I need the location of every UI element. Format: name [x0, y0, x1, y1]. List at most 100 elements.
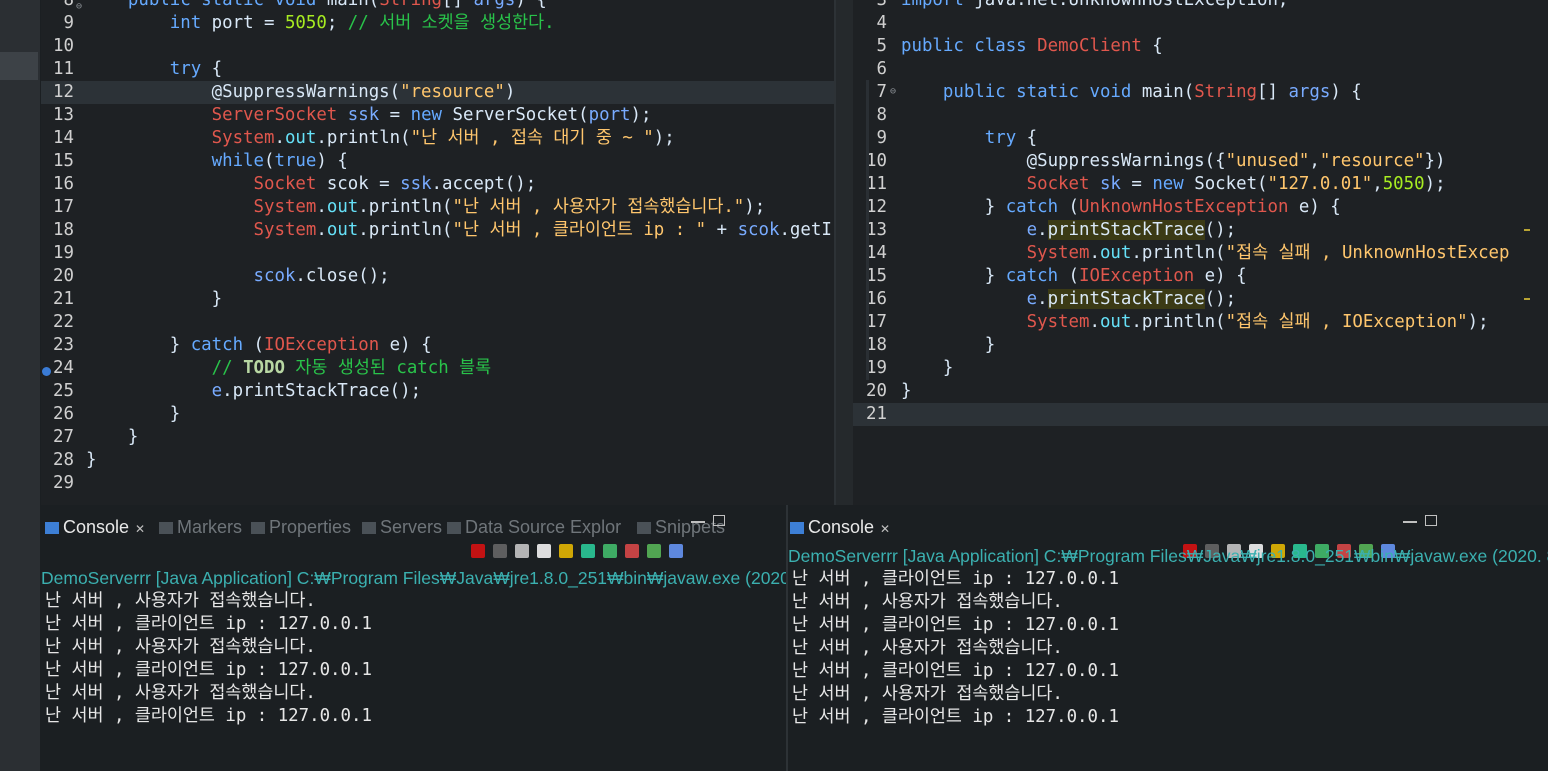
code-text[interactable]: @SuppressWarnings("resource"): [86, 81, 516, 104]
code-text[interactable]: } catch (IOException e) {: [901, 265, 1247, 288]
tab-servers[interactable]: Servers: [362, 513, 442, 541]
tab-data-source-explorer[interactable]: Data Source Explor: [447, 513, 621, 541]
code-text[interactable]: }: [901, 357, 953, 380]
code-token: TODO: [243, 358, 285, 378]
line-number: 20: [53, 266, 74, 286]
tab-snippets[interactable]: Snippets: [637, 513, 725, 541]
close-icon[interactable]: ✕: [135, 522, 145, 536]
code-text[interactable]: public static void main(String[] args) {: [901, 81, 1362, 104]
code-text[interactable]: while(true) {: [86, 150, 348, 173]
remove-launch-icon[interactable]: [493, 544, 507, 558]
code-line: 20}: [853, 380, 1548, 403]
code-text[interactable]: e.printStackTrace();: [901, 219, 1236, 242]
show-console-icon[interactable]: [603, 544, 617, 558]
code-text[interactable]: try {: [901, 127, 1037, 150]
remove-all-icon[interactable]: [515, 544, 529, 558]
code-text[interactable]: try {: [86, 58, 222, 81]
code-token: main(: [326, 0, 380, 10]
code-text[interactable]: System.out.println("접속 실패 , IOException"…: [901, 311, 1489, 334]
code-text[interactable]: System.out.println("난 서버 , 사용자가 접속했습니다."…: [86, 196, 766, 219]
code-text[interactable]: }: [86, 449, 96, 472]
code-token: int: [169, 13, 212, 33]
code-token: port: [588, 105, 631, 125]
code-text[interactable]: System.out.println("접속 실패 , UnknownHostE…: [901, 242, 1510, 265]
code-text[interactable]: Socket scok = ssk.accept();: [86, 173, 537, 196]
fold-collapse-icon[interactable]: ⊖: [890, 86, 896, 97]
line-number: 22: [53, 312, 74, 332]
console-icon: [45, 522, 59, 535]
minimize-icon[interactable]: [1403, 521, 1417, 523]
code-token: System: [1026, 243, 1090, 263]
left-sidebar-strip: [0, 0, 40, 771]
editor-splitter[interactable]: [836, 0, 853, 505]
tab-console[interactable]: Console ✕: [790, 513, 890, 541]
tab-console[interactable]: Console ✕: [45, 513, 145, 541]
code-text[interactable]: }: [901, 334, 995, 357]
fold-collapse-icon[interactable]: ⊖: [76, 1, 82, 12]
code-text[interactable]: }: [86, 288, 223, 311]
line-number: 18: [53, 220, 74, 240]
code-text[interactable]: import java.net.UnknownHostException;: [901, 0, 1288, 12]
line-number: 20: [866, 381, 887, 401]
console-process-title[interactable]: DemoServerrr [Java Application] C:₩Progr…: [41, 567, 786, 589]
code-text[interactable]: } catch (IOException e) {: [86, 334, 432, 357]
code-token: new: [410, 105, 453, 125]
code-text[interactable]: public class DemoClient {: [901, 35, 1163, 58]
code-line: 10: [41, 35, 836, 58]
server-code-editor[interactable]: 8 public static void main(String[] args)…: [41, 0, 836, 505]
line-number: 8: [876, 105, 887, 125]
code-text[interactable]: e.printStackTrace();: [901, 288, 1236, 311]
tab-properties[interactable]: Properties: [251, 513, 351, 541]
open-console-icon[interactable]: [669, 544, 683, 558]
code-token: UnknownHostException: [1079, 197, 1289, 217]
client-code-editor[interactable]: 3 import java.net.UnknownHostException; 4 5…: [853, 0, 1548, 505]
markers-icon: [159, 522, 173, 535]
maximize-icon[interactable]: [1425, 515, 1437, 526]
code-text[interactable]: System.out.println("난 서버 , 클라이언트 ip : " …: [86, 219, 832, 242]
code-token: );: [744, 197, 766, 217]
warning-marker-icon[interactable]: [1524, 229, 1530, 231]
code-token: }: [86, 450, 97, 470]
close-icon[interactable]: ✕: [880, 522, 890, 536]
console-process-title[interactable]: DemoServerrr [Java Application] C:₩Progr…: [788, 545, 1548, 567]
tab-markers[interactable]: Markers: [159, 513, 242, 541]
code-text[interactable]: Socket sk = new Socket("127.0.01",5050);: [901, 173, 1446, 196]
code-token: +: [706, 220, 738, 240]
code-token: .: [1089, 312, 1100, 332]
code-token: import: [901, 0, 975, 10]
pin-console-icon[interactable]: [625, 544, 639, 558]
code-token: Socket: [253, 174, 317, 194]
code-token: scok: [253, 266, 296, 286]
display-console-icon[interactable]: [647, 544, 661, 558]
code-text[interactable]: scok.close();: [86, 265, 390, 288]
code-token: }: [901, 335, 996, 355]
line-number: 5: [876, 36, 887, 56]
task-marker-icon[interactable]: [42, 367, 51, 376]
code-text[interactable]: }: [86, 426, 138, 449]
word-wrap-icon[interactable]: [581, 544, 595, 558]
warning-marker-icon[interactable]: [1524, 298, 1530, 300]
code-text[interactable]: System.out.println("난 서버 , 접속 대기 중 ~ ");: [86, 127, 675, 150]
code-text[interactable]: e.printStackTrace();: [86, 380, 421, 403]
overview-ruler: [866, 80, 869, 380]
terminate-icon[interactable]: [471, 544, 485, 558]
clear-console-icon[interactable]: [537, 544, 551, 558]
code-text[interactable]: } catch (UnknownHostException e) {: [901, 196, 1341, 219]
line-number: 10: [866, 151, 887, 171]
code-text[interactable]: }: [86, 403, 180, 426]
code-text[interactable]: int port = 5050; // 서버 소켓을 생성한다.: [86, 12, 555, 35]
minimize-icon[interactable]: [691, 521, 705, 523]
maximize-icon[interactable]: [713, 515, 725, 526]
code-text[interactable]: // TODO 자동 생성된 catch 블록: [86, 357, 492, 380]
code-text[interactable]: @SuppressWarnings({"unused","resource"}): [901, 150, 1446, 173]
code-text[interactable]: }: [901, 380, 911, 403]
code-token: }: [86, 427, 139, 447]
scroll-lock-icon[interactable]: [559, 544, 573, 558]
code-text[interactable]: public static void main(String[] args) {: [86, 0, 547, 12]
code-text[interactable]: ServerSocket ssk = new ServerSocket(port…: [86, 104, 652, 127]
sidebar-selected-item[interactable]: [0, 52, 38, 80]
